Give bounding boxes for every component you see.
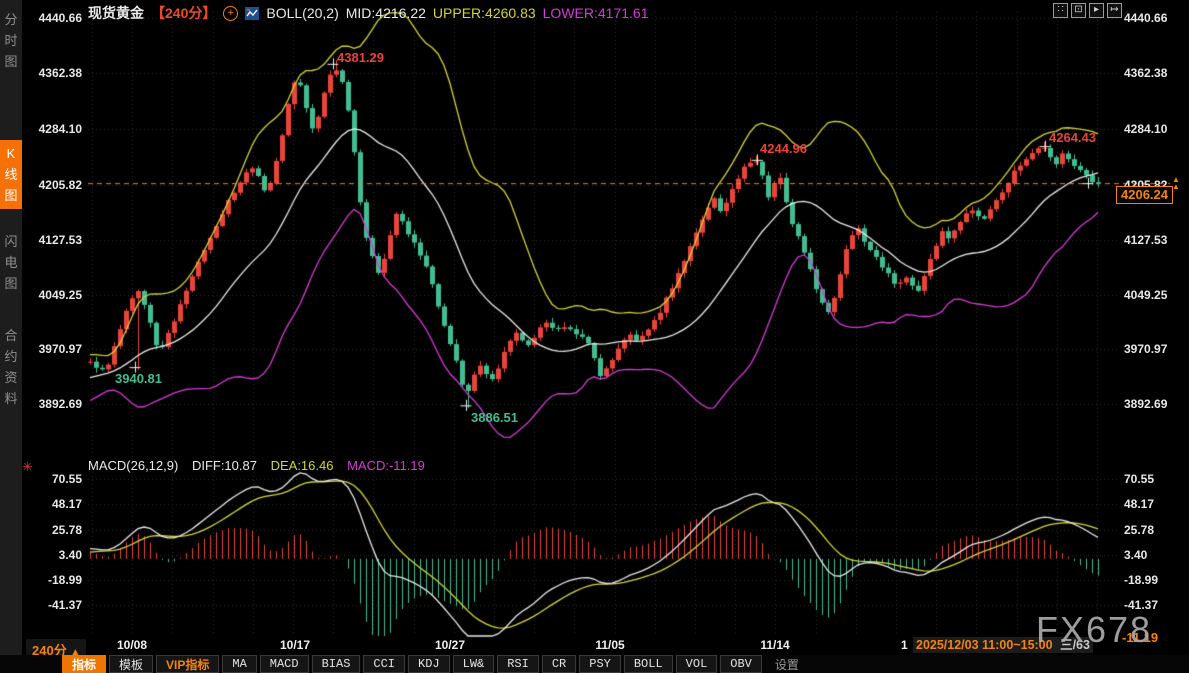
play-window-icon[interactable]: ▸ [1089,3,1104,18]
chart-toolbox: ∷⊡▸↦ [1053,3,1122,18]
period-label: 【240分】 [151,3,216,23]
scroll-to-price-icon[interactable]: ▲▲ [1172,176,1180,190]
toolbar-button-15[interactable]: OBV [720,655,762,673]
toolbar-button-4[interactable]: MA [222,655,256,673]
price-axis-label: 4049.25 [1124,288,1186,302]
date-label: 11/05 [595,638,624,652]
macd-axis-label: -41.37 [22,598,82,612]
toolbar-button-7[interactable]: CCI [363,655,405,673]
price-axis-label: 3970.97 [22,342,82,356]
date-label: 10/08 [117,638,147,652]
macd-axis-label: 70.55 [1124,472,1186,486]
toolbar-button-3[interactable]: VIP指标 [156,655,219,673]
boll-mid-value: MID:4216.22 [346,5,426,21]
window-chart-icon[interactable]: ⊡ [1071,3,1086,18]
crosshair-date-tag: 2025/12/03 11:00~15:00 三/63 [913,637,1093,653]
date-label: 10/17 [280,638,310,652]
toolbar-button-2[interactable]: 模板 [109,655,153,673]
toolbar-button-9[interactable]: LW& [453,655,495,673]
macd-value-tag: -11.19 [1119,630,1161,646]
macd-axis-label: 48.17 [1124,497,1186,511]
crosshair-date: 2025/12/03 11:00~15:00 [916,638,1053,652]
price-axis-label: 4284.10 [22,122,82,136]
date-label: 10/27 [435,638,465,652]
toolbar-button-13[interactable]: BOLL [624,655,673,673]
chart-canvas[interactable] [0,0,1189,673]
price-marker-label: 4264.43 [1049,130,1096,145]
sidebar-item-1[interactable]: 分时图 [0,6,22,75]
macd-axis-label: 3.40 [22,548,82,562]
price-axis-label: 4205.82 [22,178,82,192]
price-axis-label: 3892.69 [22,397,82,411]
macd-value: MACD:-11.19 [347,458,425,473]
macd-axis-label: 25.78 [1124,523,1186,537]
macd-axis-label: 25.78 [22,523,82,537]
price-axis-label: 4284.10 [1124,122,1186,136]
price-marker-label: 3886.51 [471,410,518,425]
sidebar-item-4[interactable]: 合约资料 [0,322,22,412]
price-axis-label: 4127.53 [1124,233,1186,247]
boll-label: BOLL(20,2) [266,5,338,21]
partial-date-label: 1 [901,638,908,652]
indicator-settings-icon[interactable]: ✳ [22,459,33,475]
toolbar-button-6[interactable]: BIAS [312,655,361,673]
price-axis-label: 3892.69 [1124,397,1186,411]
last-price-tag: 4206.24 [1116,186,1173,204]
macd-dea-value: DEA:16.46 [271,458,334,473]
bottom-toolbar: 指标模板VIP指标MAMACDBIASCCIKDJLW&RSICRPSYBOLL… [0,655,1189,673]
goto-latest-icon[interactable]: ↦ [1107,3,1122,18]
price-axis-label: 4440.66 [1124,11,1186,25]
toolbar-button-1[interactable]: 指标 [62,655,106,673]
chart-type-icon[interactable] [245,7,259,20]
chart-header: 现货黄金 【240分】 + BOLL(20,2) MID:4216.22 UPP… [88,3,648,23]
add-compare-icon[interactable]: + [223,6,238,21]
date-label: 11/14 [760,638,789,652]
toolbar-button-14[interactable]: VOL [676,655,718,673]
left-sidebar: 分时图 K线图闪电图合约资料 [0,0,22,655]
toolbar-button-8[interactable]: KDJ [408,655,450,673]
macd-axis-label: -18.99 [22,573,82,587]
macd-axis-label: -41.37 [1124,598,1186,612]
symbol-name: 现货黄金 [88,3,144,23]
sidebar-item-2[interactable]: K线图 [0,140,22,209]
toolbar-button-5[interactable]: MACD [260,655,309,673]
toolbar-button-12[interactable]: PSY [579,655,621,673]
boll-lower-value: LOWER:4171.61 [543,5,649,21]
price-axis-label: 3970.97 [1124,342,1186,356]
macd-header: MACD(26,12,9) DIFF:10.87 DEA:16.46 MACD:… [88,458,435,473]
price-marker-label: 4244.96 [760,141,807,156]
macd-axis-label: 48.17 [22,497,82,511]
toolbar-button-16[interactable]: 设置 [765,655,809,673]
pan-tool-icon[interactable]: ∷ [1053,3,1068,18]
toolbar-button-10[interactable]: RSI [497,655,539,673]
price-axis-label: 4127.53 [22,233,82,247]
sidebar-item-3[interactable]: 闪电图 [0,228,22,297]
bar-counter: 三/63 [1060,638,1090,652]
macd-axis-label: -18.99 [1124,573,1186,587]
toolbar-button-11[interactable]: CR [542,655,576,673]
macd-axis-label: 3.40 [1124,548,1186,562]
price-axis-label: 4362.38 [1124,66,1186,80]
price-axis-label: 4049.25 [22,288,82,302]
price-axis-label: 4440.66 [22,11,82,25]
macd-name: MACD(26,12,9) [88,458,178,473]
boll-upper-value: UPPER:4260.83 [433,5,536,21]
macd-diff-value: DIFF:10.87 [192,458,257,473]
price-marker-label: 4381.29 [337,50,384,65]
price-marker-label: 3940.81 [115,371,162,386]
price-axis-label: 4362.38 [22,66,82,80]
